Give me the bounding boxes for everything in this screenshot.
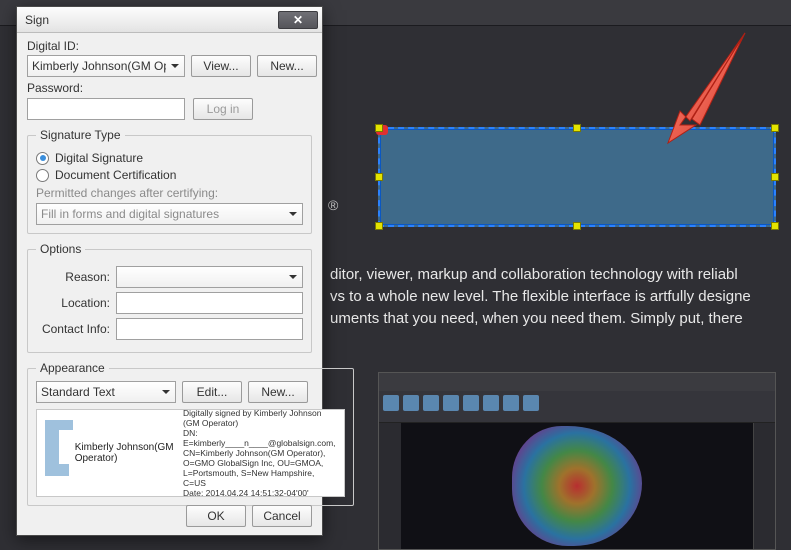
dialog-titlebar[interactable]: Sign ✕: [17, 7, 322, 33]
preview-canvas: [401, 423, 753, 549]
location-field[interactable]: [116, 292, 303, 314]
preview-titlebar: [379, 373, 775, 391]
digital-id-new-button[interactable]: New...: [257, 55, 317, 77]
preview-ribbon: [379, 391, 775, 423]
options-group: Options Reason: Location: Contact Info:: [27, 242, 312, 353]
signature-preview-details: Digitally signed by Kimberly Johnson (GM…: [183, 408, 336, 498]
sign-dialog: Sign ✕ Digital ID: Kimberly Johnson(GM O…: [16, 6, 323, 536]
resize-handle-tm[interactable]: [573, 124, 581, 132]
permitted-changes-label: Permitted changes after certifying:: [36, 186, 303, 200]
document-preview-window: vector-2012-catalog: [378, 372, 776, 550]
cancel-button[interactable]: Cancel: [252, 505, 312, 527]
reason-combo[interactable]: [116, 266, 303, 288]
signature-appearance-preview: Kimberly Johnson(GM Operator) Digitally …: [36, 409, 345, 497]
registered-mark: ®: [328, 197, 338, 213]
radio-digital-signature-label: Digital Signature: [55, 151, 143, 165]
appearance-edit-button[interactable]: Edit...: [182, 381, 242, 403]
reason-label: Reason:: [36, 270, 110, 284]
background-text-block: ditor, viewer, markup and collaboration …: [330, 264, 791, 330]
signature-type-legend: Signature Type: [36, 128, 125, 142]
resize-handle-tl[interactable]: [375, 124, 383, 132]
password-field[interactable]: [27, 98, 185, 120]
bg-line-2: vs to a whole new level. The flexible in…: [330, 286, 791, 308]
resize-handle-bm[interactable]: [573, 222, 581, 230]
appearance-value: Standard Text: [41, 385, 115, 399]
dialog-title: Sign: [25, 13, 49, 27]
resize-handle-bl[interactable]: [375, 222, 383, 230]
login-button[interactable]: Log in: [193, 98, 253, 120]
resize-handle-ml[interactable]: [375, 173, 383, 181]
signature-placement-rect[interactable]: [378, 127, 776, 227]
bg-line-3: uments that you need, when you need them…: [330, 308, 791, 330]
view-button[interactable]: View...: [191, 55, 251, 77]
digital-id-label: Digital ID:: [27, 39, 312, 53]
ok-button[interactable]: OK: [186, 505, 246, 527]
permitted-changes-combo: Fill in forms and digital signatures: [36, 203, 303, 225]
resize-handle-mr[interactable]: [771, 173, 779, 181]
signature-preview-name: Kimberly Johnson(GM Operator): [75, 442, 175, 464]
preview-right-panel: [753, 423, 775, 549]
radio-document-certification[interactable]: [36, 169, 49, 182]
contact-info-field[interactable]: [116, 318, 303, 340]
signature-type-group: Signature Type Digital Signature Documen…: [27, 128, 312, 234]
appearance-combo[interactable]: Standard Text: [36, 381, 176, 403]
appearance-group: Appearance Standard Text Edit... New... …: [27, 361, 354, 506]
options-legend: Options: [36, 242, 85, 256]
appearance-new-button[interactable]: New...: [248, 381, 308, 403]
digital-id-combo[interactable]: Kimberly Johnson(GM Operator): [27, 55, 185, 77]
password-label: Password:: [27, 81, 312, 95]
resize-handle-br[interactable]: [771, 222, 779, 230]
signature-glyph-icon: [45, 430, 69, 476]
radio-document-certification-label: Document Certification: [55, 168, 176, 182]
preview-artwork-icon: [512, 426, 642, 546]
preview-left-panel: [379, 423, 401, 549]
digital-id-value: Kimberly Johnson(GM Operator): [32, 59, 166, 73]
radio-digital-signature[interactable]: [36, 152, 49, 165]
permitted-changes-value: Fill in forms and digital signatures: [41, 207, 219, 221]
bg-line-1: ditor, viewer, markup and collaboration …: [330, 264, 791, 286]
contact-info-label: Contact Info:: [36, 322, 110, 336]
resize-handle-tr[interactable]: [771, 124, 779, 132]
appearance-legend: Appearance: [36, 361, 109, 375]
location-label: Location:: [36, 296, 110, 310]
close-icon: ✕: [293, 13, 303, 27]
close-button[interactable]: ✕: [278, 11, 318, 29]
